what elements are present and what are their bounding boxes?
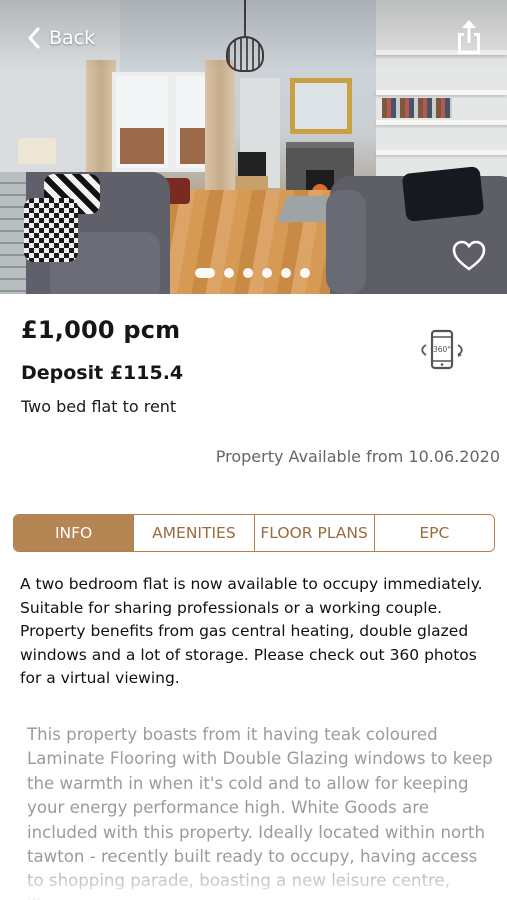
- tab-info[interactable]: INFO: [14, 515, 135, 551]
- photo-cabinet: [0, 172, 26, 294]
- tab-amenities[interactable]: AMENITIES: [134, 515, 255, 551]
- listing-deposit: Deposit £115.4: [21, 362, 184, 384]
- tab-floor-plans[interactable]: FLOOR PLANS: [254, 515, 375, 551]
- photo-lamp: [18, 138, 56, 164]
- gallery-pagination: [195, 268, 310, 278]
- availability-date: Property Available from 10.06.2020: [215, 447, 500, 466]
- pagination-dot[interactable]: [243, 268, 253, 278]
- photo-throw: [401, 166, 485, 222]
- detail-tabs: INFO AMENITIES FLOOR PLANS EPC: [13, 514, 495, 552]
- pagination-dot[interactable]: [300, 268, 310, 278]
- chevron-left-icon: [28, 27, 40, 49]
- heart-outline-icon[interactable]: [452, 240, 486, 272]
- photo-mirror: [290, 78, 352, 134]
- back-button[interactable]: Back: [27, 24, 95, 52]
- photo-curtain: [205, 60, 235, 190]
- tab-epc[interactable]: EPC: [374, 515, 494, 551]
- property-description: A two bedroom flat is now available to o…: [20, 575, 483, 687]
- scroll-fade: [0, 860, 507, 900]
- svg-text:360°: 360°: [433, 345, 451, 354]
- back-label: Back: [49, 27, 96, 49]
- listing-title: Two bed flat to rent: [21, 397, 177, 416]
- photo-window: [112, 72, 172, 172]
- property-photo[interactable]: Back: [0, 0, 507, 294]
- listing-price: £1,000 pcm: [21, 316, 181, 344]
- photo-cushion: [24, 198, 78, 262]
- share-icon[interactable]: [455, 20, 483, 54]
- pagination-dot-active[interactable]: [195, 268, 215, 278]
- photo-tv: [238, 152, 266, 176]
- pagination-dot[interactable]: [224, 268, 234, 278]
- phone-360-icon[interactable]: 360°: [420, 328, 464, 372]
- pagination-dot[interactable]: [262, 268, 272, 278]
- pagination-dot[interactable]: [281, 268, 291, 278]
